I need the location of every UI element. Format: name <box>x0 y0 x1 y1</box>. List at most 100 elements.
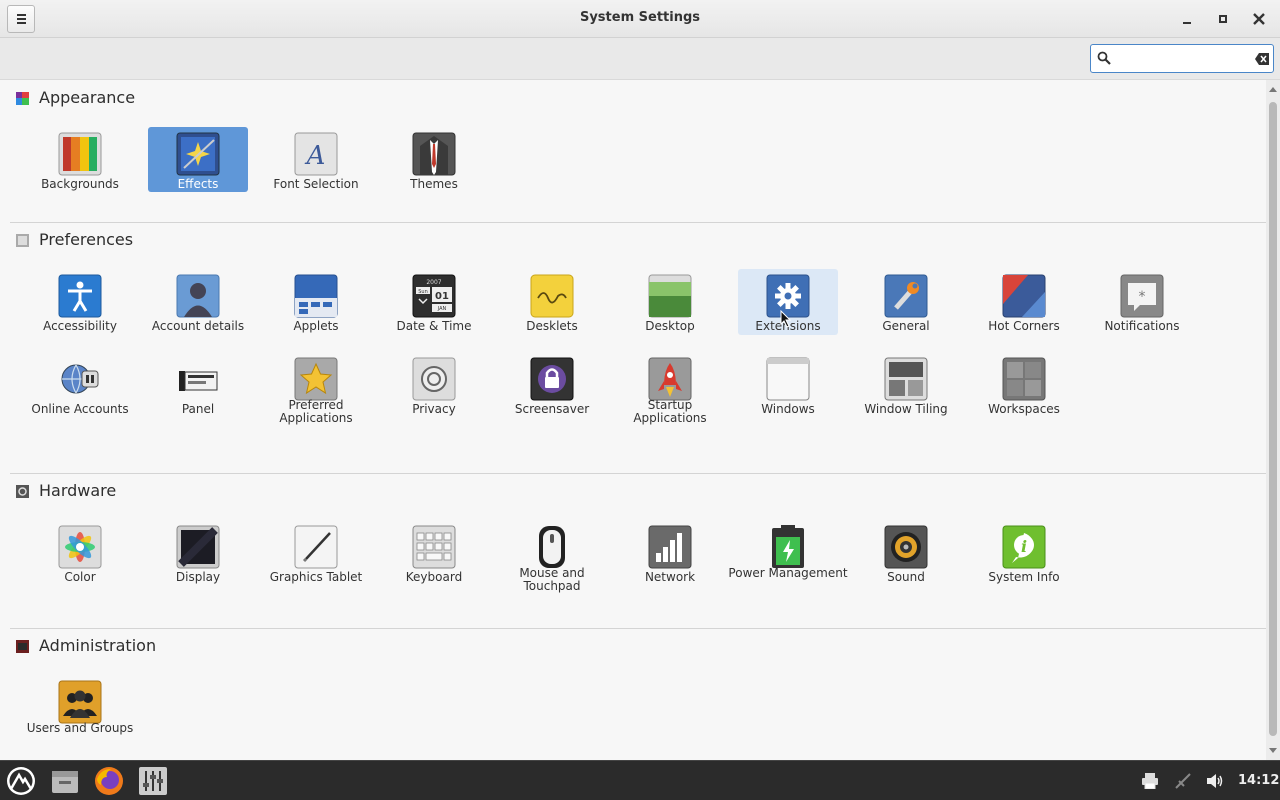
item-label: Notifications <box>1104 319 1180 333</box>
item-screensaver[interactable]: Screensaver <box>502 352 602 418</box>
clear-search-icon[interactable] <box>1255 53 1269 65</box>
item-label: Display <box>175 570 221 584</box>
item-preferred-applications[interactable]: Preferred Applications <box>266 352 366 425</box>
scroll-up-arrow-icon[interactable] <box>1269 87 1277 92</box>
item-account-details[interactable]: Account details <box>148 269 248 335</box>
item-notifications[interactable]: * Notifications <box>1092 269 1192 335</box>
item-label: Workspaces <box>988 402 1060 416</box>
minimize-button[interactable] <box>1177 9 1197 29</box>
item-windows[interactable]: Windows <box>738 352 838 418</box>
search-bar <box>0 38 1280 80</box>
item-label: Themes <box>410 177 458 191</box>
settings-mixer-icon[interactable] <box>137 765 169 797</box>
speaker-icon <box>884 525 928 569</box>
maximize-icon <box>1219 15 1227 23</box>
item-label: Startup Applications <box>633 398 707 425</box>
item-label: Windows <box>761 402 815 416</box>
item-date-time[interactable]: 2007 Sun 01 JAN Date & Time <box>384 269 484 335</box>
item-workspaces[interactable]: Workspaces <box>974 352 1074 418</box>
item-label: Online Accounts <box>31 402 129 416</box>
item-desktop[interactable]: Desktop <box>620 269 720 335</box>
section-divider <box>10 628 1266 629</box>
account-details-icon <box>176 274 220 318</box>
item-display[interactable]: Display <box>148 520 248 586</box>
section-divider <box>10 473 1266 474</box>
workspaces-icon <box>1002 357 1046 401</box>
font-selection-icon: A <box>294 132 338 176</box>
file-manager-icon[interactable] <box>49 765 81 797</box>
menu-launcher-icon[interactable] <box>5 765 37 797</box>
accessibility-icon <box>58 274 102 318</box>
item-system-info[interactable]: i System Info <box>974 520 1074 586</box>
item-color[interactable]: Color <box>30 520 130 586</box>
item-label: Backgrounds <box>41 177 119 191</box>
item-label: Power Management <box>728 566 848 580</box>
item-label: Account details <box>151 319 245 333</box>
window-tiling-icon <box>884 357 928 401</box>
item-online-accounts[interactable]: Online Accounts <box>30 352 130 418</box>
applets-icon <box>294 274 338 318</box>
item-backgrounds[interactable]: Backgrounds <box>30 127 130 193</box>
item-users-groups[interactable]: Users and Groups <box>27 675 133 741</box>
hot-corners-icon <box>1002 274 1046 318</box>
scroll-down-arrow-icon[interactable] <box>1269 748 1277 753</box>
settings-content: Appearance Backgrounds Effects A Font Se… <box>0 80 1266 760</box>
appearance-icon <box>16 92 29 105</box>
item-startup-applications[interactable]: Startup Applications <box>620 352 720 425</box>
online-accounts-icon <box>61 364 99 394</box>
item-applets[interactable]: Applets <box>266 269 366 335</box>
item-desklets[interactable]: Desklets <box>502 269 602 335</box>
item-sound[interactable]: Sound <box>856 520 956 586</box>
rocket-icon <box>648 357 692 401</box>
item-accessibility[interactable]: Accessibility <box>30 269 130 335</box>
item-power-management[interactable]: Power Management <box>728 520 848 586</box>
item-network[interactable]: Network <box>620 520 720 586</box>
star-icon <box>294 357 338 401</box>
item-mouse-touchpad[interactable]: Mouse and Touchpad <box>502 520 602 593</box>
wrench-icon <box>884 274 928 318</box>
close-button[interactable] <box>1249 9 1269 29</box>
item-panel[interactable]: Panel <box>148 352 248 418</box>
volume-icon[interactable] <box>1206 773 1224 789</box>
hardware-icon <box>16 485 29 498</box>
section-title-preferences: Preferences <box>39 230 134 249</box>
item-label: General <box>882 319 930 333</box>
clock[interactable]: 14:12 <box>1238 773 1279 788</box>
network-status-icon[interactable] <box>1174 773 1192 789</box>
item-themes[interactable]: Themes <box>384 127 484 193</box>
item-label: Desktop <box>645 319 695 333</box>
panel-icon <box>179 371 218 391</box>
scrollbar[interactable] <box>1266 80 1280 760</box>
item-graphics-tablet[interactable]: Graphics Tablet <box>266 520 366 586</box>
scrollbar-thumb[interactable] <box>1269 102 1277 736</box>
display-icon <box>176 525 220 569</box>
title-bar: System Settings <box>0 0 1280 38</box>
item-label: Sound <box>887 570 925 584</box>
section-title-hardware: Hardware <box>39 481 117 500</box>
firefox-icon[interactable] <box>93 765 125 797</box>
item-label: Screensaver <box>514 402 590 416</box>
graphics-tablet-icon <box>294 525 338 569</box>
search-icon <box>1097 51 1111 65</box>
search-input[interactable] <box>1115 49 1255 68</box>
search-box[interactable] <box>1090 44 1274 73</box>
item-general[interactable]: General <box>856 269 956 335</box>
item-label: Window Tiling <box>864 402 948 416</box>
item-hot-corners[interactable]: Hot Corners <box>974 269 1074 335</box>
item-label: Date & Time <box>396 319 472 333</box>
svg-text:A: A <box>305 141 326 171</box>
item-label: Applets <box>293 319 339 333</box>
item-privacy[interactable]: Privacy <box>384 352 484 418</box>
item-keyboard[interactable]: Keyboard <box>384 520 484 586</box>
item-label: Accessibility <box>43 319 117 333</box>
item-window-tiling[interactable]: Window Tiling <box>856 352 956 418</box>
calendar-month: JAN <box>437 306 447 312</box>
item-font-selection[interactable]: A Font Selection <box>266 127 366 193</box>
effects-icon <box>176 132 220 176</box>
minimize-icon <box>1183 22 1191 24</box>
item-label: Network <box>644 570 696 584</box>
maximize-button[interactable] <box>1213 9 1233 29</box>
notification-icon: * <box>1120 274 1164 318</box>
item-effects[interactable]: Effects <box>148 127 248 192</box>
printer-icon[interactable] <box>1141 773 1159 789</box>
